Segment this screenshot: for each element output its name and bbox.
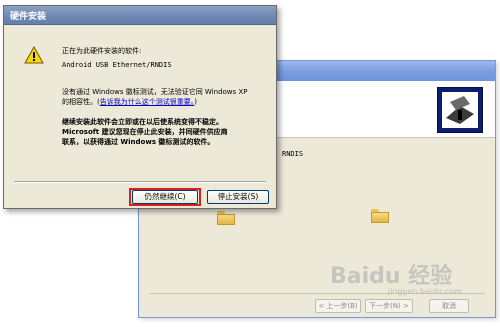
dialog-titlebar[interactable]: 硬件安装 <box>4 6 276 25</box>
device-name: Android USB Ethernet/RNDIS <box>62 61 172 69</box>
installing-software-label: 正在为此硬件安装的软件: <box>62 47 142 55</box>
stability-warning-line3: 联系，以获得通过 Windows 徽标测试的软件。 <box>62 138 215 146</box>
folder-icon <box>217 211 235 225</box>
cancel-button[interactable]: 取消 <box>429 299 469 313</box>
dialog-title: 硬件安装 <box>10 12 47 22</box>
folder-icon <box>371 209 389 223</box>
stability-warning-line1: 继续安装此软件会立即或在以后使系统变得不稳定。 <box>62 118 223 126</box>
why-test-important-link[interactable]: 告诉我为什么这个测试很重要。 <box>100 98 195 106</box>
stop-installation-button[interactable]: 停止安装(S) <box>207 190 269 204</box>
back-button[interactable]: < 上一步(B) <box>315 299 361 313</box>
compat-prefix: 的相容性。( <box>62 98 100 106</box>
next-button[interactable]: 下一步(N) > <box>365 299 413 313</box>
compat-suffix: ) <box>194 98 197 106</box>
dialog-separator <box>14 181 266 183</box>
logo-test-message-line2: 的相容性。(告诉我为什么这个测试很重要。) <box>62 97 197 107</box>
highlight-annotation <box>129 188 201 206</box>
baidu-watermark: Baidu 经验 <box>330 264 453 289</box>
baidu-watermark-url: jingyan.baidu.com <box>388 287 462 296</box>
logo-test-message-line1: 没有通过 Windows 徽标测试，无法验证它同 Windows XP <box>62 88 248 96</box>
wizard-device-name-fragment: RNDIS <box>282 150 304 158</box>
hardware-install-icon <box>437 87 483 133</box>
warning-icon <box>24 45 44 64</box>
hardware-installation-dialog: 硬件安装 正在为此硬件安装的软件: Android USB Ethernet/R… <box>3 5 277 209</box>
stability-warning-line2: Microsoft 建议您现在停止此安装，并同硬件供应商 <box>62 128 228 136</box>
